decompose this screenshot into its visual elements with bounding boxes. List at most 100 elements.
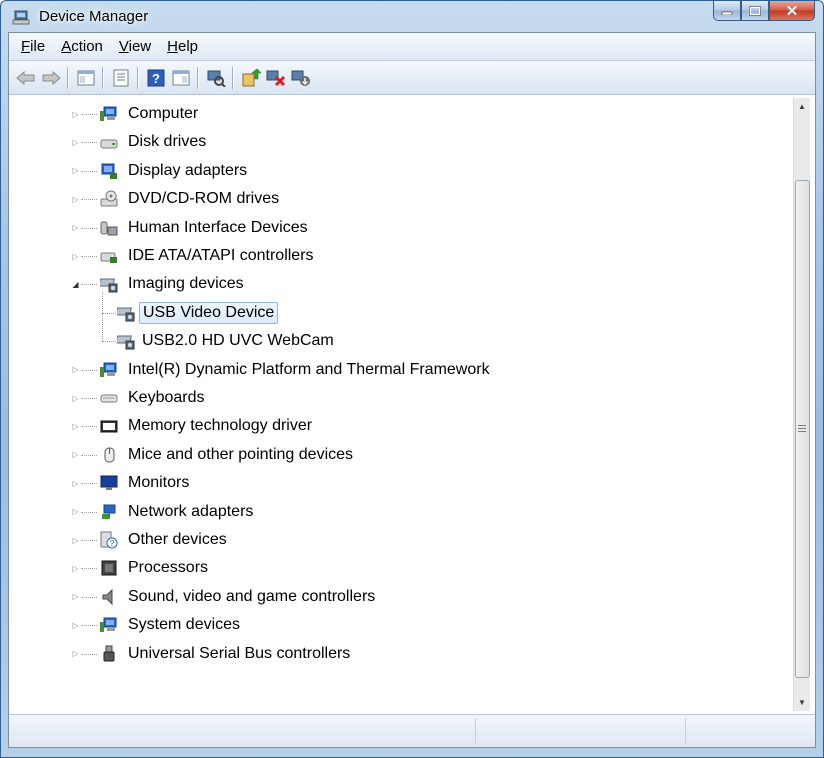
tree-item-label[interactable]: Sound, video and game controllers [125, 586, 378, 608]
tree-item-label[interactable]: DVD/CD-ROM drives [125, 188, 282, 210]
tree-connector [81, 284, 97, 286]
tree-item-label[interactable]: Intel(R) Dynamic Platform and Thermal Fr… [125, 359, 493, 381]
tree-category[interactable]: ▷ Disk drives [9, 128, 793, 156]
tree-item-label[interactable]: Mice and other pointing devices [125, 444, 356, 466]
expand-arrow-icon[interactable]: ▷ [71, 450, 80, 460]
expand-arrow-icon[interactable]: ▷ [71, 194, 80, 204]
toolbar-separator [232, 67, 233, 89]
tree-item-label[interactable]: Other devices [125, 529, 230, 551]
expand-arrow-icon[interactable]: ▷ [71, 251, 80, 261]
menu-file[interactable]: File [13, 33, 53, 61]
tree-category[interactable]: ▷ Memory technology driver [9, 412, 793, 440]
window-title: Device Manager [39, 8, 149, 25]
expand-arrow-icon[interactable]: ▷ [71, 421, 80, 431]
uninstall-button[interactable] [265, 67, 287, 89]
tree-category[interactable]: ▷? Other devices [9, 526, 793, 554]
tree-item-label[interactable]: Display adapters [125, 160, 250, 182]
back-button[interactable] [15, 67, 37, 89]
tree-category[interactable]: ▷ Network adapters [9, 498, 793, 526]
tree-item-label[interactable]: Disk drives [125, 131, 209, 153]
tree-category[interactable]: ▷ Processors [9, 554, 793, 582]
memory-icon [100, 420, 118, 433]
svg-text:?: ? [152, 71, 160, 86]
close-icon: ✕ [785, 2, 799, 20]
expand-arrow-icon[interactable]: ▷ [71, 592, 80, 602]
disable-device-button[interactable] [290, 67, 312, 89]
console-tree-button[interactable] [170, 67, 192, 89]
tree-item-label[interactable]: Keyboards [125, 387, 208, 409]
tree-item-label[interactable]: IDE ATA/ATAPI controllers [125, 245, 317, 267]
tree-item-label[interactable]: Processors [125, 557, 211, 579]
expand-arrow-icon[interactable]: ▷ [71, 223, 80, 233]
tree-item-label[interactable]: Memory technology driver [125, 415, 315, 437]
scan-hardware-button[interactable] [205, 67, 227, 89]
tree-category[interactable]: ▷ Monitors [9, 469, 793, 497]
tree-item-label[interactable]: USB2.0 HD UVC WebCam [139, 330, 337, 352]
tree-category[interactable]: ▷ Keyboards [9, 384, 793, 412]
expand-arrow-icon[interactable]: ▷ [71, 563, 80, 573]
tree-connector [81, 483, 97, 485]
status-divider [685, 718, 686, 744]
tree-category[interactable]: ▷ System devices [9, 611, 793, 639]
scroll-thumb[interactable] [795, 180, 810, 678]
scroll-up-arrow[interactable]: ▲ [794, 98, 810, 115]
tree-item-label[interactable]: Monitors [125, 472, 192, 494]
update-driver-button[interactable] [240, 67, 262, 89]
expand-arrow-icon[interactable]: ▷ [71, 507, 80, 517]
expand-arrow-icon[interactable]: ▷ [71, 478, 80, 488]
device-tree[interactable]: ▷ Computer ▷ Disk drives ▷ Display adapters ▷ D… [9, 98, 793, 711]
tree-item-label[interactable]: Imaging devices [125, 273, 247, 295]
tree-category[interactable]: ▷ Computer [9, 100, 793, 128]
scroll-down-arrow[interactable]: ▼ [794, 694, 810, 711]
expand-arrow-icon[interactable]: ▷ [71, 109, 80, 119]
title-bar[interactable]: Device Manager ✕ [1, 1, 823, 33]
device-manager-icon [12, 10, 30, 25]
maximize-button[interactable] [741, 1, 769, 21]
menu-file-accel: F [21, 37, 31, 55]
tree-item-label[interactable]: Network adapters [125, 501, 256, 523]
maximize-icon [749, 5, 761, 16]
minimize-icon [721, 11, 733, 15]
tree-item-label[interactable]: Human Interface Devices [125, 217, 311, 239]
tree-category[interactable]: ▷ Mice and other pointing devices [9, 441, 793, 469]
tree-device[interactable]: USB2.0 HD UVC WebCam [9, 327, 793, 355]
menu-help[interactable]: Help [159, 33, 206, 61]
tree-category[interactable]: ▷ Intel(R) Dynamic Platform and Thermal F… [9, 356, 793, 384]
expand-arrow-icon[interactable]: ▷ [71, 365, 80, 375]
menu-action[interactable]: Action [53, 33, 111, 61]
expand-arrow-icon[interactable]: ▷ [71, 393, 80, 403]
tree-category[interactable]: ▷ Human Interface Devices [9, 214, 793, 242]
collapse-arrow-icon[interactable]: ◢ [71, 279, 80, 289]
tree-category[interactable]: ▷ IDE ATA/ATAPI controllers [9, 242, 793, 270]
toolbar-separator [67, 67, 68, 89]
tree-connector [81, 568, 97, 570]
close-button[interactable]: ✕ [769, 1, 815, 21]
tree-item-label[interactable]: System devices [125, 614, 243, 636]
forward-button[interactable] [40, 67, 62, 89]
show-hide-console-tree-button[interactable] [75, 67, 97, 89]
tree-category[interactable]: ▷ Sound, video and game controllers [9, 583, 793, 611]
help-button[interactable]: ? [145, 67, 167, 89]
tree-item-label[interactable]: Universal Serial Bus controllers [125, 643, 353, 665]
tree-item-label[interactable]: Computer [125, 103, 201, 125]
tree-category[interactable]: ▷ Display adapters [9, 157, 793, 185]
minimize-button[interactable] [713, 1, 741, 21]
expand-arrow-icon[interactable]: ▷ [71, 620, 80, 630]
tree-device[interactable]: USB Video Device [9, 299, 793, 327]
tree-category[interactable]: ▷ DVD/CD-ROM drives [9, 185, 793, 213]
tree-connector [81, 199, 97, 201]
tree-connector [81, 256, 97, 257]
vertical-scrollbar[interactable]: ▲ ▼ [793, 98, 810, 711]
tree-connector [81, 540, 97, 541]
menu-view[interactable]: View [111, 33, 159, 61]
tree-category[interactable]: ◢ Imaging devices [9, 270, 793, 298]
tree-connector [102, 292, 103, 342]
expand-arrow-icon[interactable]: ▷ [71, 535, 80, 545]
tree-category[interactable]: ▷ Universal Serial Bus controllers [9, 640, 793, 668]
expand-arrow-icon[interactable]: ▷ [71, 137, 80, 147]
tree-connector [102, 312, 116, 314]
selected-device-label[interactable]: USB Video Device [139, 301, 279, 324]
properties-button[interactable] [110, 67, 132, 89]
expand-arrow-icon[interactable]: ▷ [71, 166, 80, 176]
expand-arrow-icon[interactable]: ▷ [71, 649, 80, 659]
